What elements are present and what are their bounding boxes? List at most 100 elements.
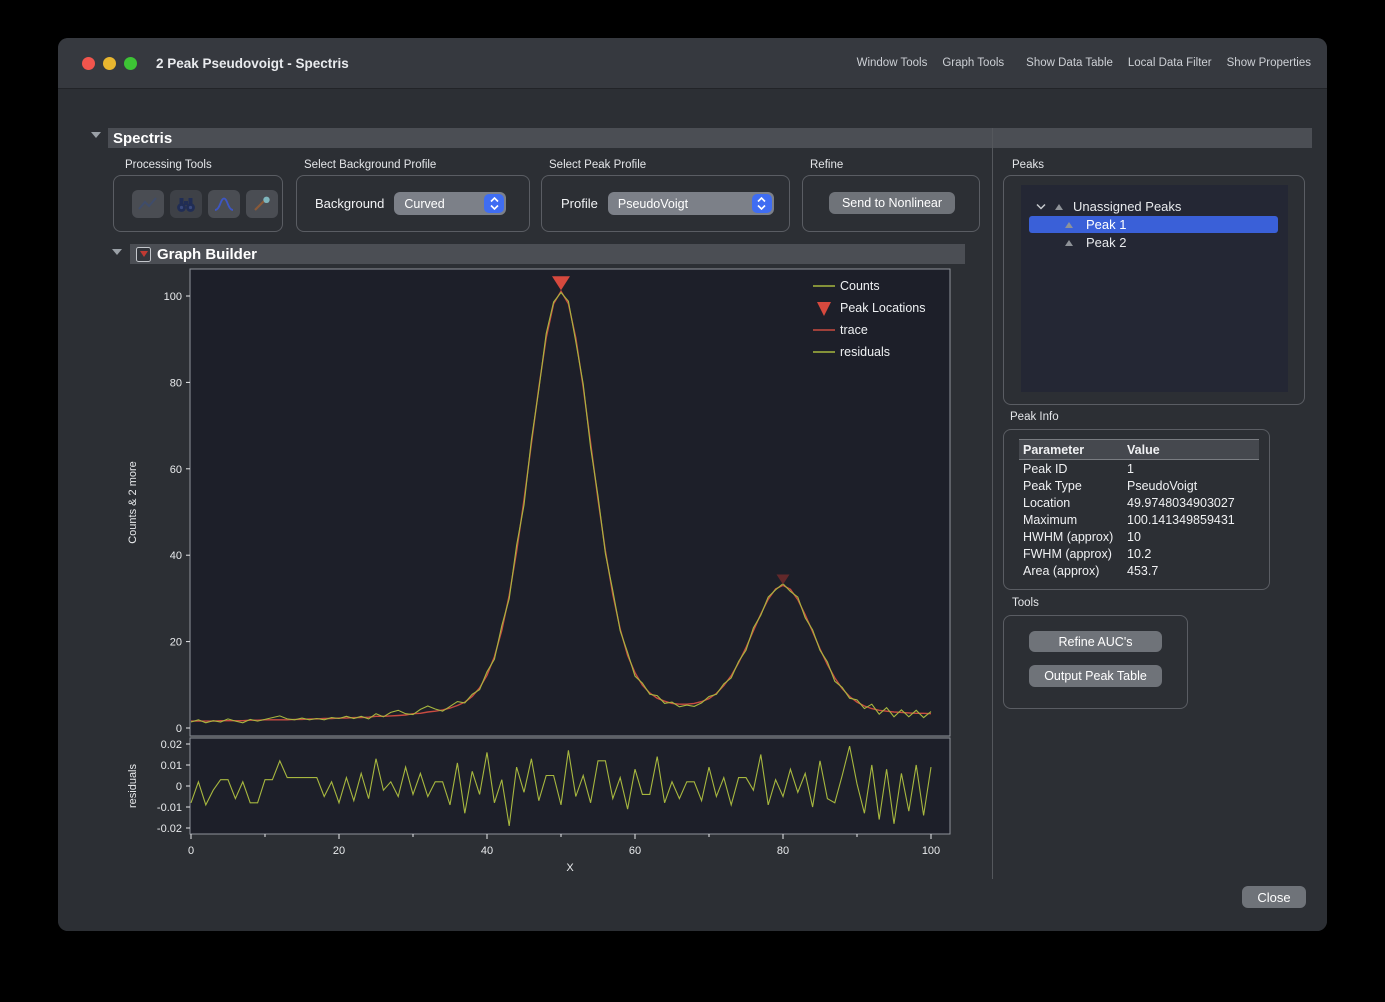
send-to-nonlinear-button[interactable]: Send to Nonlinear <box>829 192 955 214</box>
table-row: Maximum100.141349859431 <box>1019 511 1259 528</box>
svg-text:-0.02: -0.02 <box>157 823 182 835</box>
titlebar: 2 Peak Pseudovoigt - Spectris Window Too… <box>58 38 1327 89</box>
sidebar-divider <box>992 128 993 879</box>
background-dropdown[interactable]: Curved <box>394 192 506 215</box>
table-row: Peak TypePseudoVoigt <box>1019 477 1259 494</box>
tree-item-label: Peak 2 <box>1086 235 1126 250</box>
column-header-parameter: Parameter <box>1019 443 1127 457</box>
svg-text:Peak Locations: Peak Locations <box>840 301 925 315</box>
line-chart-icon <box>137 195 159 213</box>
peak-profile-label: Select Peak Profile <box>549 159 646 171</box>
svg-text:-0.01: -0.01 <box>157 802 182 814</box>
report-body: Spectris Processing Tools <box>58 89 1327 931</box>
svg-text:100: 100 <box>164 291 182 303</box>
tools-panel: Refine AUC's Output Peak Table <box>1003 615 1188 709</box>
peak-marker-icon <box>1065 222 1073 228</box>
tree-item-unassigned-peaks[interactable]: Unassigned Peaks <box>1029 198 1278 215</box>
lasso-select-button[interactable] <box>132 190 164 218</box>
graph-canvas[interactable]: 0204060801000.020.010-0.01-0.02020406080… <box>120 265 970 879</box>
menu-item-local-data-filter[interactable]: Local Data Filter <box>1128 57 1212 69</box>
binoculars-icon <box>175 195 197 213</box>
svg-text:60: 60 <box>629 845 641 857</box>
chevron-down-icon <box>1036 203 1046 210</box>
background-dropdown-value: Curved <box>404 197 444 211</box>
spectris-section-title: Spectris <box>113 130 172 147</box>
bell-curve-icon <box>213 195 235 213</box>
processing-tools-panel <box>113 175 283 232</box>
peak-shape-button[interactable] <box>208 190 240 218</box>
menu-item-window-tools[interactable]: Window Tools <box>857 57 928 69</box>
svg-text:0: 0 <box>176 723 182 735</box>
window-controls <box>58 57 137 70</box>
svg-text:100: 100 <box>922 845 940 857</box>
refine-aucs-button[interactable]: Refine AUC's <box>1029 631 1162 652</box>
svg-text:80: 80 <box>170 377 182 389</box>
table-row: Peak ID1 <box>1019 460 1259 477</box>
svg-text:20: 20 <box>170 637 182 649</box>
column-header-value: Value <box>1127 443 1259 457</box>
collapse-triangle-graph-builder[interactable] <box>112 249 122 255</box>
profile-dropdown-value: PseudoVoigt <box>618 197 688 211</box>
background-profile-panel: Background Curved <box>296 175 530 232</box>
profile-dropdown[interactable]: PseudoVoigt <box>608 192 774 215</box>
peak-marker-icon <box>1065 240 1073 246</box>
svg-text:residuals: residuals <box>840 345 890 359</box>
peak-marker-icon <box>1055 204 1063 210</box>
menu-item-show-properties[interactable]: Show Properties <box>1227 57 1311 69</box>
processing-tools-label: Processing Tools <box>125 159 212 171</box>
peaks-label: Peaks <box>1012 159 1044 171</box>
stepper-icon <box>484 194 504 213</box>
table-row: Location49.9748034903027 <box>1019 494 1259 511</box>
minimize-window-button[interactable] <box>103 57 116 70</box>
background-field-label: Background <box>315 196 384 211</box>
app-window: 2 Peak Pseudovoigt - Spectris Window Too… <box>58 38 1327 931</box>
table-row: FWHM (approx)10.2 <box>1019 545 1259 562</box>
menu-item-show-data-table[interactable]: Show Data Table <box>1026 57 1113 69</box>
collapse-triangle-spectris[interactable] <box>91 132 101 138</box>
peak-info-label: Peak Info <box>1010 411 1059 423</box>
svg-text:60: 60 <box>170 464 182 476</box>
table-row: HWHM (approx)10 <box>1019 528 1259 545</box>
svg-text:Counts & 2 more: Counts & 2 more <box>127 461 139 544</box>
titlebar-menu: Window Tools Graph Tools Show Data Table… <box>857 57 1327 69</box>
spectris-section-header[interactable]: Spectris <box>108 128 1312 148</box>
maximize-window-button[interactable] <box>124 57 137 70</box>
svg-text:Counts: Counts <box>840 279 880 293</box>
tree-item-label: Unassigned Peaks <box>1073 199 1181 214</box>
table-header-row: Parameter Value <box>1019 439 1259 460</box>
picker-pin-icon <box>251 195 273 213</box>
graph-builder-icon <box>136 247 151 262</box>
tree-item-peak-2[interactable]: Peak 2 <box>1029 234 1278 251</box>
svg-text:0.01: 0.01 <box>161 760 182 772</box>
refine-panel: Send to Nonlinear <box>802 175 980 232</box>
svg-text:trace: trace <box>840 323 868 337</box>
graph-builder-section-header[interactable]: Graph Builder <box>130 244 965 264</box>
close-window-button[interactable] <box>82 57 95 70</box>
svg-text:20: 20 <box>333 845 345 857</box>
point-picker-button[interactable] <box>246 190 278 218</box>
peaks-panel: Unassigned Peaks Peak 1 Peak 2 <box>1003 175 1305 405</box>
table-row: Area (approx)453.7 <box>1019 562 1259 579</box>
peaks-tree[interactable]: Unassigned Peaks Peak 1 Peak 2 <box>1021 185 1288 392</box>
peak-info-table: Parameter Value Peak ID1 Peak TypePseudo… <box>1019 439 1259 579</box>
svg-text:0: 0 <box>176 781 182 793</box>
svg-text:80: 80 <box>777 845 789 857</box>
peak-profile-panel: Profile PseudoVoigt <box>541 175 790 232</box>
refine-label: Refine <box>810 159 843 171</box>
svg-text:40: 40 <box>170 550 182 562</box>
profile-field-label: Profile <box>561 196 598 211</box>
peak-info-panel: Parameter Value Peak ID1 Peak TypePseudo… <box>1003 429 1270 590</box>
window-title: 2 Peak Pseudovoigt - Spectris <box>156 56 349 71</box>
svg-text:X: X <box>566 862 574 874</box>
output-peak-table-button[interactable]: Output Peak Table <box>1029 665 1162 687</box>
tree-item-peak-1[interactable]: Peak 1 <box>1029 216 1278 233</box>
close-button[interactable]: Close <box>1242 886 1306 908</box>
tree-item-label: Peak 1 <box>1086 217 1126 232</box>
stepper-icon <box>752 194 772 213</box>
svg-text:40: 40 <box>481 845 493 857</box>
peak-finder-button[interactable] <box>170 190 202 218</box>
graph-builder-section-title: Graph Builder <box>157 246 257 263</box>
menu-item-graph-tools[interactable]: Graph Tools <box>942 57 1004 69</box>
background-profile-label: Select Background Profile <box>304 159 436 171</box>
tools-label: Tools <box>1012 597 1039 609</box>
